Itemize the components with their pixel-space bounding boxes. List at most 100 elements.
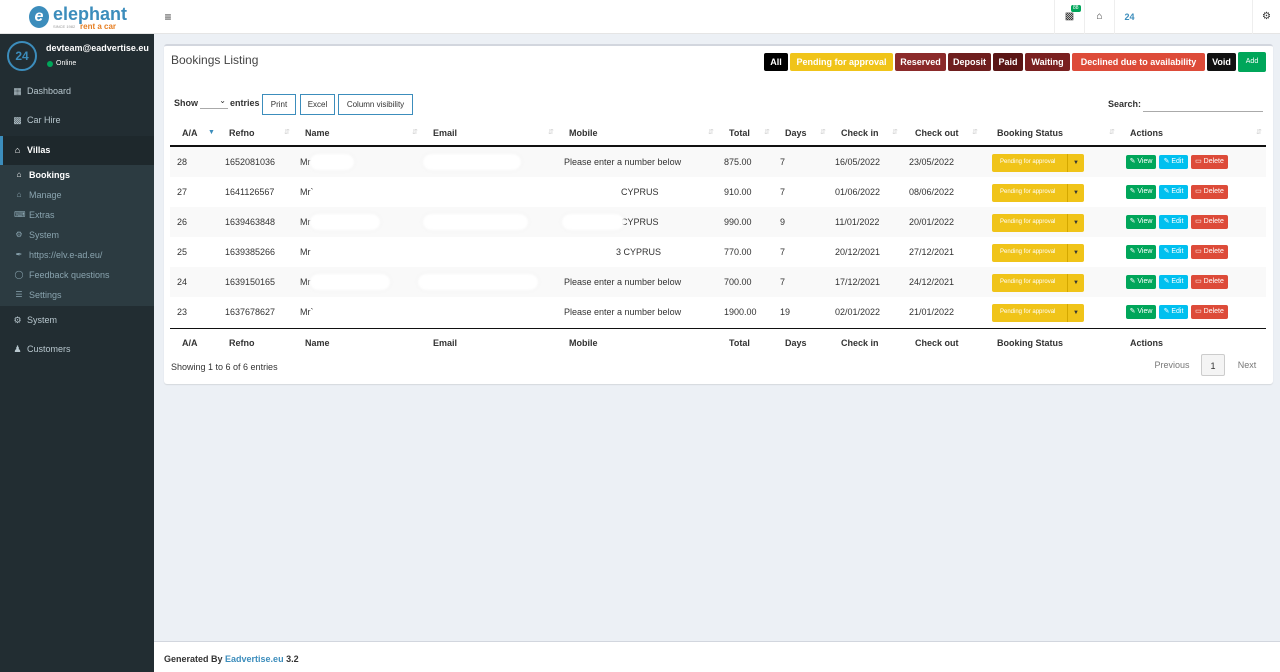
footer-link[interactable]: Eadvertise.eu [225, 654, 284, 664]
delete-button[interactable]: ▭ Delete [1191, 245, 1228, 259]
delete-button[interactable]: ▭ Delete [1191, 305, 1228, 319]
excel-button[interactable]: Excel [300, 94, 335, 115]
submenu-item-extras[interactable]: ⌨ Extras [0, 205, 154, 225]
cell-total: 910.00 [724, 187, 752, 197]
view-label: View [1137, 158, 1153, 165]
footer-version: 3.2 [283, 654, 299, 664]
submenu-item-site-link[interactable]: ✒ https://elv.e-ad.eu/ [0, 245, 154, 265]
view-button[interactable]: ✎ View [1126, 305, 1156, 319]
status-dropdown[interactable]: Pending for approval ▼ [992, 244, 1084, 262]
filter-pending-button[interactable]: Pending for approval [790, 53, 893, 71]
col-header-total[interactable]: Total [729, 128, 750, 138]
cell-name: Mr [300, 277, 311, 287]
pagination-page-1[interactable]: 1 [1201, 354, 1225, 376]
submenu-item-manage[interactable]: ⌂ Manage [0, 185, 154, 205]
col-header-checkin[interactable]: Check in [841, 128, 879, 138]
edit-button[interactable]: ✎ Edit [1159, 275, 1188, 289]
delete-button[interactable]: ▭ Delete [1191, 275, 1228, 289]
filter-all-button[interactable]: All [764, 53, 788, 71]
submenu-item-bookings[interactable]: ⌂ Bookings [0, 165, 154, 185]
status-label: Pending for approval [1000, 249, 1056, 255]
view-label: View [1137, 308, 1153, 315]
filter-deposit-button[interactable]: Deposit [948, 53, 991, 71]
filter-waiting-button[interactable]: Waiting [1025, 53, 1070, 71]
view-button[interactable]: ✎ View [1126, 215, 1156, 229]
cell-days: 19 [780, 307, 791, 317]
submenu-item-feedback[interactable]: ◯ Feedback questions [0, 265, 154, 285]
view-button[interactable]: ✎ View [1126, 155, 1156, 169]
car-notifications-button[interactable]: ▩ 88 [1054, 0, 1084, 34]
col-header-checkout[interactable]: Check out [915, 128, 959, 138]
col-header-aa[interactable]: A/A [182, 128, 198, 138]
col-header-email[interactable]: Email [433, 128, 457, 138]
edit-button[interactable]: ✎ Edit [1159, 155, 1188, 169]
edit-button[interactable]: ✎ Edit [1159, 305, 1188, 319]
column-visibility-button[interactable]: Column visibility [338, 94, 413, 115]
edit-button[interactable]: ✎ Edit [1159, 185, 1188, 199]
settings-gears-icon[interactable]: ⚙ [1252, 0, 1280, 34]
delete-button[interactable]: ▭ Delete [1191, 155, 1228, 169]
cell-checkout: 27/12/2021 [909, 247, 955, 257]
status-dropdown[interactable]: Pending for approval ▼ [992, 214, 1084, 232]
col-header-status[interactable]: Booking Status [997, 128, 1063, 138]
view-button[interactable]: ✎ View [1126, 245, 1156, 259]
page-title: Bookings Listing [171, 53, 259, 67]
brand-24-icon[interactable]: 24 [1114, 0, 1144, 34]
cell-checkin: 01/06/2022 [835, 187, 881, 197]
view-button[interactable]: ✎ View [1126, 185, 1156, 199]
redacted-email [423, 214, 528, 230]
print-button[interactable]: Print [262, 94, 296, 115]
redacted-email [423, 154, 521, 170]
filter-reserved-button[interactable]: Reserved [895, 53, 946, 71]
pagination-previous[interactable]: Previous [1150, 354, 1194, 376]
col-header-refno[interactable]: Refno [229, 128, 255, 138]
cell-checkout: 08/06/2022 [909, 187, 955, 197]
edit-button[interactable]: ✎ Edit [1159, 245, 1188, 259]
delete-button[interactable]: ▭ Delete [1191, 185, 1228, 199]
delete-button[interactable]: ▭ Delete [1191, 215, 1228, 229]
caret-down-icon: ▼ [1067, 304, 1084, 322]
sidebar-item-villas[interactable]: ⌂ Villas [0, 136, 154, 165]
col-footer-days: Days [785, 338, 807, 348]
submenu-item-system[interactable]: ⚙ System [0, 225, 154, 245]
sidebar-item-dashboard[interactable]: ▦ Dashboard [0, 77, 154, 106]
sort-icon: ⇵ [284, 129, 290, 136]
sidebar-item-system[interactable]: ⚙ System [0, 306, 154, 335]
view-button[interactable]: ✎ View [1126, 275, 1156, 289]
cell-total: 990.00 [724, 217, 752, 227]
cell-mobile: Please enter a number below [564, 277, 682, 287]
status-dropdown[interactable]: Pending for approval ▼ [992, 154, 1084, 172]
add-button[interactable]: Add [1238, 52, 1266, 72]
page-length-select[interactable]: ⌄ [200, 96, 228, 109]
filter-paid-button[interactable]: Paid [993, 53, 1023, 71]
status-dropdown[interactable]: Pending for approval ▼ [992, 274, 1084, 292]
menu-toggle-icon[interactable]: ≡ [154, 0, 182, 34]
search-input[interactable] [1143, 97, 1263, 112]
entries-label: entries [230, 98, 260, 108]
home-button[interactable]: ⌂ [1084, 0, 1114, 34]
sidebar-item-label: Dashboard [27, 86, 72, 96]
status-label: Pending for approval [1000, 159, 1056, 165]
filter-void-button[interactable]: Void [1207, 53, 1236, 71]
status-dropdown[interactable]: Pending for approval ▼ [992, 304, 1084, 322]
logo[interactable]: e elephant SINCE 1982 rent a car [0, 0, 154, 34]
col-footer-email: Email [433, 338, 458, 348]
pagination-next[interactable]: Next [1230, 354, 1264, 376]
col-header-actions[interactable]: Actions [1130, 128, 1163, 138]
edit-label: Edit [1171, 278, 1184, 285]
edit-button[interactable]: ✎ Edit [1159, 215, 1188, 229]
col-header-mobile[interactable]: Mobile [569, 128, 598, 138]
filter-declined-button[interactable]: Declined due to availability [1072, 53, 1205, 71]
col-header-days[interactable]: Days [785, 128, 807, 138]
status-dropdown[interactable]: Pending for approval ▼ [992, 184, 1084, 202]
cell-mobile: Please enter a number below [564, 307, 682, 317]
col-header-name[interactable]: Name [305, 128, 330, 138]
sidebar-item-car-hire[interactable]: ▩ Car Hire [0, 106, 154, 135]
col-footer-mobile: Mobile [569, 338, 598, 348]
cell-checkout: 23/05/2022 [909, 157, 955, 167]
submenu-item-settings[interactable]: ☰ Settings [0, 285, 154, 305]
keyboard-icon: ⌨ [14, 210, 26, 219]
delete-label: Delete [1203, 218, 1224, 225]
sidebar-item-customers[interactable]: ♟ Customers [0, 335, 154, 364]
cell-checkin: 02/01/2022 [835, 307, 881, 317]
